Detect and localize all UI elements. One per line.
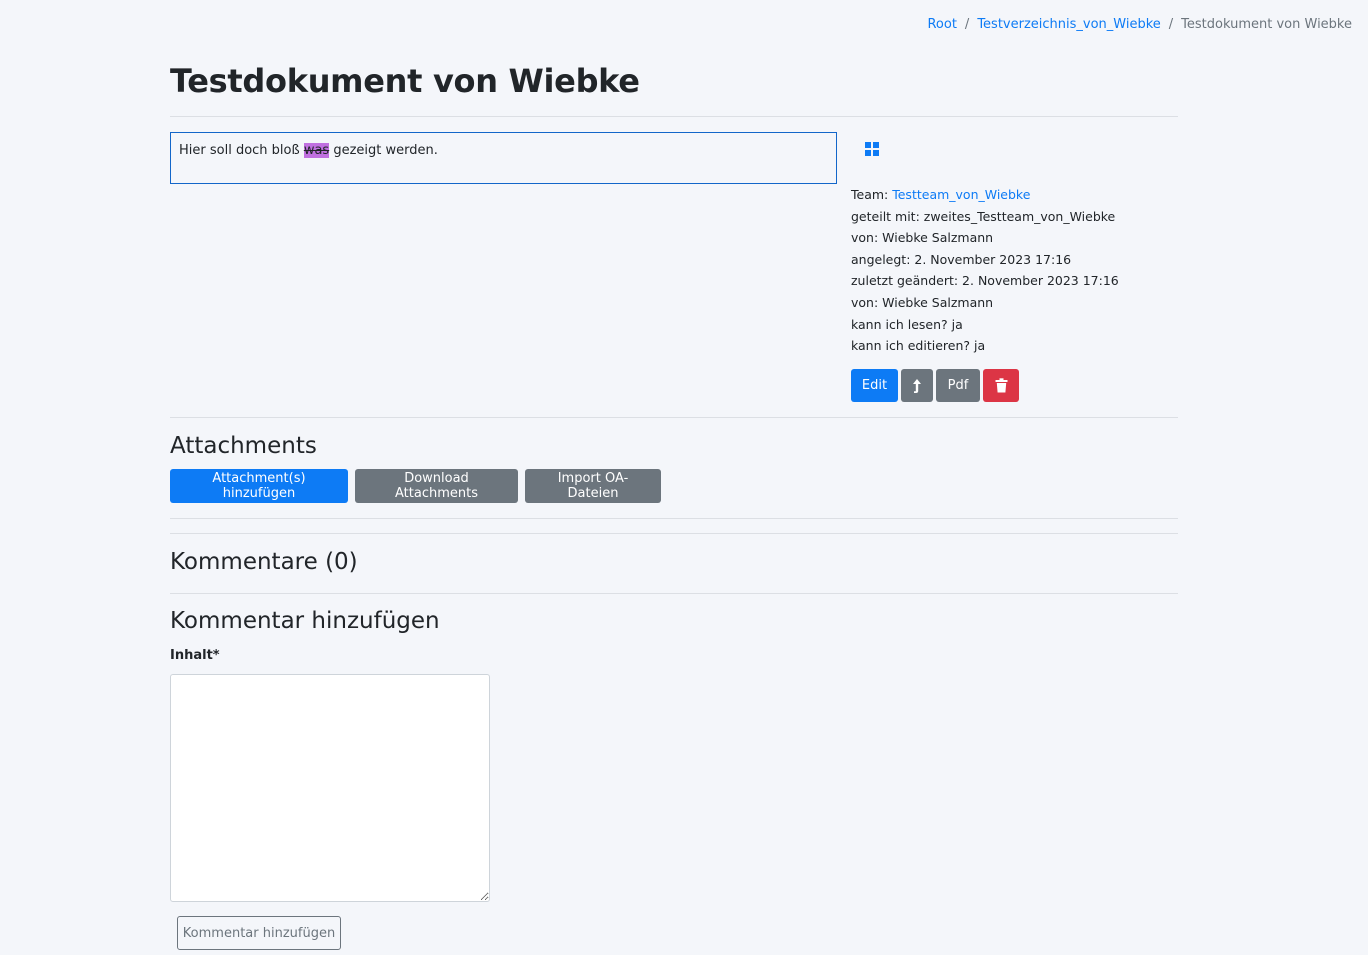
trash-icon: [995, 378, 1007, 393]
move-button[interactable]: [901, 369, 933, 402]
content-text: gezeigt werden.: [329, 143, 438, 158]
breadcrumb-folder-link[interactable]: Testverzeichnis_von_Wiebke: [977, 17, 1160, 32]
meta-created: angelegt: 2. November 2023 17:16: [851, 251, 1072, 267]
meta-modified-by: von: Wiebke Salzmann: [851, 294, 994, 310]
comment-textarea[interactable]: [170, 674, 490, 902]
meta-modified: zuletzt geändert: 2. November 2023 17:16: [851, 273, 1119, 289]
add-attachment-button[interactable]: Attachment(s) hinzufügen: [170, 469, 348, 503]
document-actions: Edit Pdf: [851, 369, 1019, 402]
arrow-up-icon: [913, 378, 921, 393]
breadcrumb-separator: /: [1168, 17, 1174, 32]
page-title: Testdokument von Wiebke: [170, 62, 640, 100]
content-label: Inhalt*: [170, 648, 220, 663]
content-text: Hier soll doch bloß: [179, 143, 304, 158]
breadcrumb: Root / Testverzeichnis_von_Wiebke / Test…: [927, 17, 1352, 32]
meta-can-read: kann ich lesen? ja: [851, 316, 963, 332]
delete-button[interactable]: [983, 369, 1019, 402]
meta-can-edit: kann ich editieren? ja: [851, 338, 986, 354]
divider: [170, 417, 1178, 418]
meta-team-label: Team:: [851, 187, 893, 202]
divider: [170, 533, 1178, 534]
divider: [170, 593, 1178, 594]
meta-author: von: Wiebke Salzmann: [851, 230, 994, 246]
pdf-button[interactable]: Pdf: [936, 369, 980, 402]
meta-shared: geteilt mit: zweites_Testteam_von_Wiebke: [851, 208, 1116, 224]
document-metadata: Team: Testteam_von_Wiebke geteilt mit: z…: [851, 184, 1119, 357]
team-link[interactable]: Testteam_von_Wiebke: [892, 187, 1030, 202]
edit-button[interactable]: Edit: [851, 369, 898, 402]
grid-view-icon[interactable]: [865, 142, 880, 157]
divider: [170, 518, 1178, 519]
breadcrumb-current: Testdokument von Wiebke: [1181, 17, 1352, 32]
divider: [170, 116, 1178, 117]
breadcrumb-separator: /: [964, 17, 970, 32]
meta-team: Team: Testteam_von_Wiebke: [851, 184, 1119, 206]
document-content-editor[interactable]: Hier soll doch bloß was gezeigt werden.: [170, 132, 837, 184]
comments-heading: Kommentare (0): [170, 549, 358, 575]
download-attachments-button[interactable]: Download Attachments: [355, 469, 518, 503]
attachment-actions: Attachment(s) hinzufügen Download Attach…: [170, 469, 661, 503]
add-comment-heading: Kommentar hinzufügen: [170, 608, 440, 634]
content-highlight: was: [303, 143, 330, 158]
import-oa-button[interactable]: Import OA-Dateien: [525, 469, 661, 503]
submit-comment-button[interactable]: Kommentar hinzufügen: [177, 916, 341, 950]
attachments-heading: Attachments: [170, 433, 317, 459]
breadcrumb-root-link[interactable]: Root: [927, 17, 956, 32]
